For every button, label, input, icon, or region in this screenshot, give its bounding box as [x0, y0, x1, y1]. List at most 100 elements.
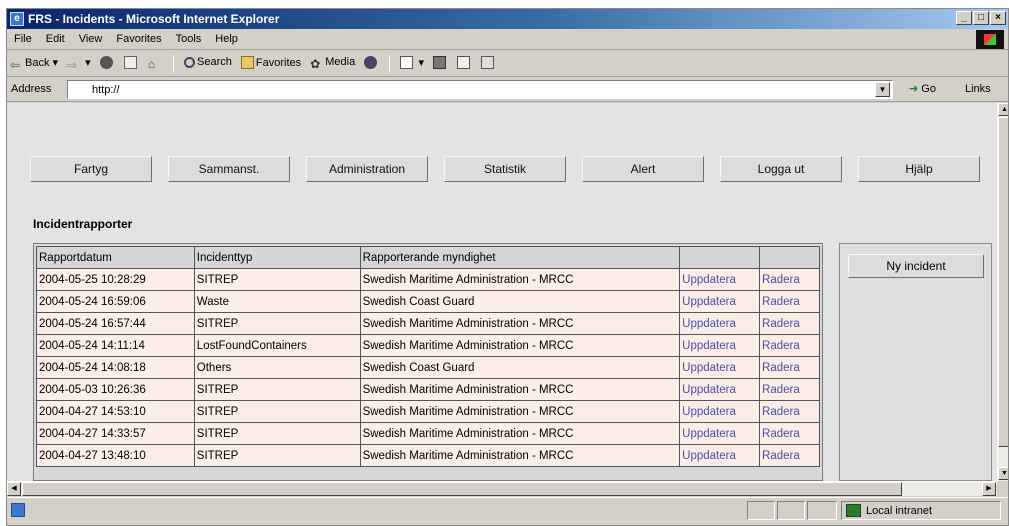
stop-button[interactable]: [97, 55, 118, 70]
delete-link[interactable]: Radera: [759, 422, 820, 445]
update-link[interactable]: Uppdatera: [679, 268, 761, 291]
main-nav: Fartyg Sammanst. Administration Statisti…: [30, 156, 982, 182]
horizontal-scroll-thumb[interactable]: [22, 482, 902, 496]
home-button[interactable]: ⌂: [145, 55, 166, 72]
nav-alert-button[interactable]: Alert: [582, 156, 704, 182]
column-header-type: Incidenttyp: [193, 246, 361, 269]
scroll-corner: [997, 481, 1008, 496]
update-link[interactable]: Uppdatera: [679, 290, 761, 313]
delete-link[interactable]: Radera: [759, 268, 820, 291]
menu-bar: File Edit View Favorites Tools Help: [7, 29, 1008, 50]
nav-statistik-button[interactable]: Statistik: [444, 156, 566, 182]
edit-button[interactable]: [454, 55, 475, 70]
windows-logo-icon: [976, 30, 1004, 49]
history-button[interactable]: [361, 55, 382, 70]
mail-button[interactable]: ▾: [397, 55, 427, 70]
media-label: Media: [325, 56, 356, 68]
delete-link[interactable]: Radera: [759, 312, 820, 335]
back-icon: ⇦: [10, 58, 21, 72]
vertical-scrollbar[interactable]: ▲ ▼: [997, 103, 1008, 481]
delete-link[interactable]: Radera: [759, 356, 820, 379]
status-pane: [807, 501, 837, 520]
cell-type: SITREP: [193, 312, 361, 335]
zone-label: Local intranet: [866, 505, 933, 517]
vertical-scroll-thumb[interactable]: [998, 117, 1008, 447]
address-input[interactable]: http://: [67, 80, 893, 99]
horizontal-scrollbar[interactable]: ◀ ▶: [7, 481, 997, 496]
nav-logga-ut-button[interactable]: Logga ut: [720, 156, 842, 182]
address-label: Address: [11, 83, 52, 95]
cell-date: 2004-05-24 16:57:44: [36, 312, 195, 335]
menu-help[interactable]: Help: [208, 29, 245, 45]
update-link[interactable]: Uppdatera: [679, 356, 761, 379]
delete-link[interactable]: Radera: [759, 290, 820, 313]
scroll-up-arrow-icon[interactable]: ▲: [998, 103, 1008, 116]
cell-type: SITREP: [193, 400, 361, 423]
cell-type: Others: [193, 356, 361, 379]
go-button[interactable]: ➜ Go: [909, 82, 936, 95]
cell-date: 2004-05-24 14:11:14: [36, 334, 195, 357]
nav-administration-button[interactable]: Administration: [306, 156, 428, 182]
update-link[interactable]: Uppdatera: [679, 422, 761, 445]
cell-type: SITREP: [193, 422, 361, 445]
delete-link[interactable]: Radera: [759, 378, 820, 401]
go-label: Go: [921, 83, 936, 95]
favorites-label: Favorites: [255, 57, 302, 69]
refresh-button[interactable]: [121, 55, 142, 70]
nav-hjalp-button[interactable]: Hjälp: [858, 156, 980, 182]
incident-table: Rapportdatum Incidenttyp Rapporterande m…: [36, 246, 820, 467]
cell-date: 2004-05-25 10:28:29: [36, 268, 195, 291]
back-button[interactable]: ⇦ Back ▾: [7, 55, 61, 73]
update-link[interactable]: Uppdatera: [679, 334, 761, 357]
home-icon: ⌂: [147, 57, 156, 71]
cell-type: SITREP: [193, 444, 361, 467]
print-button[interactable]: [430, 55, 451, 70]
update-link[interactable]: Uppdatera: [679, 378, 761, 401]
media-button[interactable]: ✿ Media: [307, 55, 358, 72]
delete-link[interactable]: Radera: [759, 444, 820, 467]
address-dropdown-button[interactable]: ▼: [875, 82, 890, 97]
mail-icon: [400, 56, 414, 69]
cell-authority: Swedish Maritime Administration - MRCC: [359, 422, 681, 445]
menu-tools[interactable]: Tools: [169, 29, 209, 45]
table-row: 2004-05-24 16:57:44 SITREP Swedish Marit…: [36, 312, 820, 335]
table-row: 2004-04-27 14:53:10 SITREP Swedish Marit…: [36, 400, 820, 423]
cell-date: 2004-05-24 14:08:18: [36, 356, 195, 379]
cell-type: SITREP: [193, 268, 361, 291]
scroll-down-arrow-icon[interactable]: ▼: [998, 467, 1008, 480]
discuss-button[interactable]: [478, 55, 499, 70]
toolbar-separator: [389, 55, 391, 73]
delete-link[interactable]: Radera: [759, 334, 820, 357]
media-icon: ✿: [310, 57, 321, 71]
column-header-authority: Rapporterande myndighet: [359, 246, 681, 269]
menu-edit[interactable]: Edit: [39, 29, 72, 45]
nav-sammanst-button[interactable]: Sammanst.: [168, 156, 290, 182]
delete-link[interactable]: Radera: [759, 400, 820, 423]
new-incident-button[interactable]: Ny incident: [848, 254, 984, 278]
forward-button[interactable]: ⇨ ▾: [64, 55, 94, 73]
search-button[interactable]: Search: [181, 55, 235, 69]
update-link[interactable]: Uppdatera: [679, 312, 761, 335]
update-link[interactable]: Uppdatera: [679, 444, 761, 467]
table-row: 2004-05-24 16:59:06 Waste Swedish Coast …: [36, 290, 820, 313]
close-button[interactable]: ×: [990, 11, 1006, 25]
update-link[interactable]: Uppdatera: [679, 400, 761, 423]
menu-view[interactable]: View: [72, 29, 110, 45]
scroll-right-arrow-icon[interactable]: ▶: [982, 482, 996, 496]
links-button[interactable]: Links: [965, 83, 991, 95]
menu-file[interactable]: File: [7, 29, 39, 45]
cell-authority: Swedish Maritime Administration - MRCC: [359, 444, 681, 467]
nav-fartyg-button[interactable]: Fartyg: [30, 156, 152, 182]
favorites-button[interactable]: Favorites: [238, 55, 304, 70]
cell-date: 2004-05-24 16:59:06: [36, 290, 195, 313]
menu-favorites[interactable]: Favorites: [109, 29, 168, 45]
minimize-button[interactable]: _: [956, 11, 972, 25]
cell-authority: Swedish Maritime Administration - MRCC: [359, 378, 681, 401]
cell-authority: Swedish Maritime Administration - MRCC: [359, 268, 681, 291]
maximize-button[interactable]: □: [973, 11, 989, 25]
edit-icon: [457, 56, 471, 69]
local-intranet-icon: [846, 504, 861, 517]
back-label: Back: [25, 57, 50, 69]
cell-authority: Swedish Maritime Administration - MRCC: [359, 312, 681, 335]
scroll-left-arrow-icon[interactable]: ◀: [7, 482, 21, 496]
